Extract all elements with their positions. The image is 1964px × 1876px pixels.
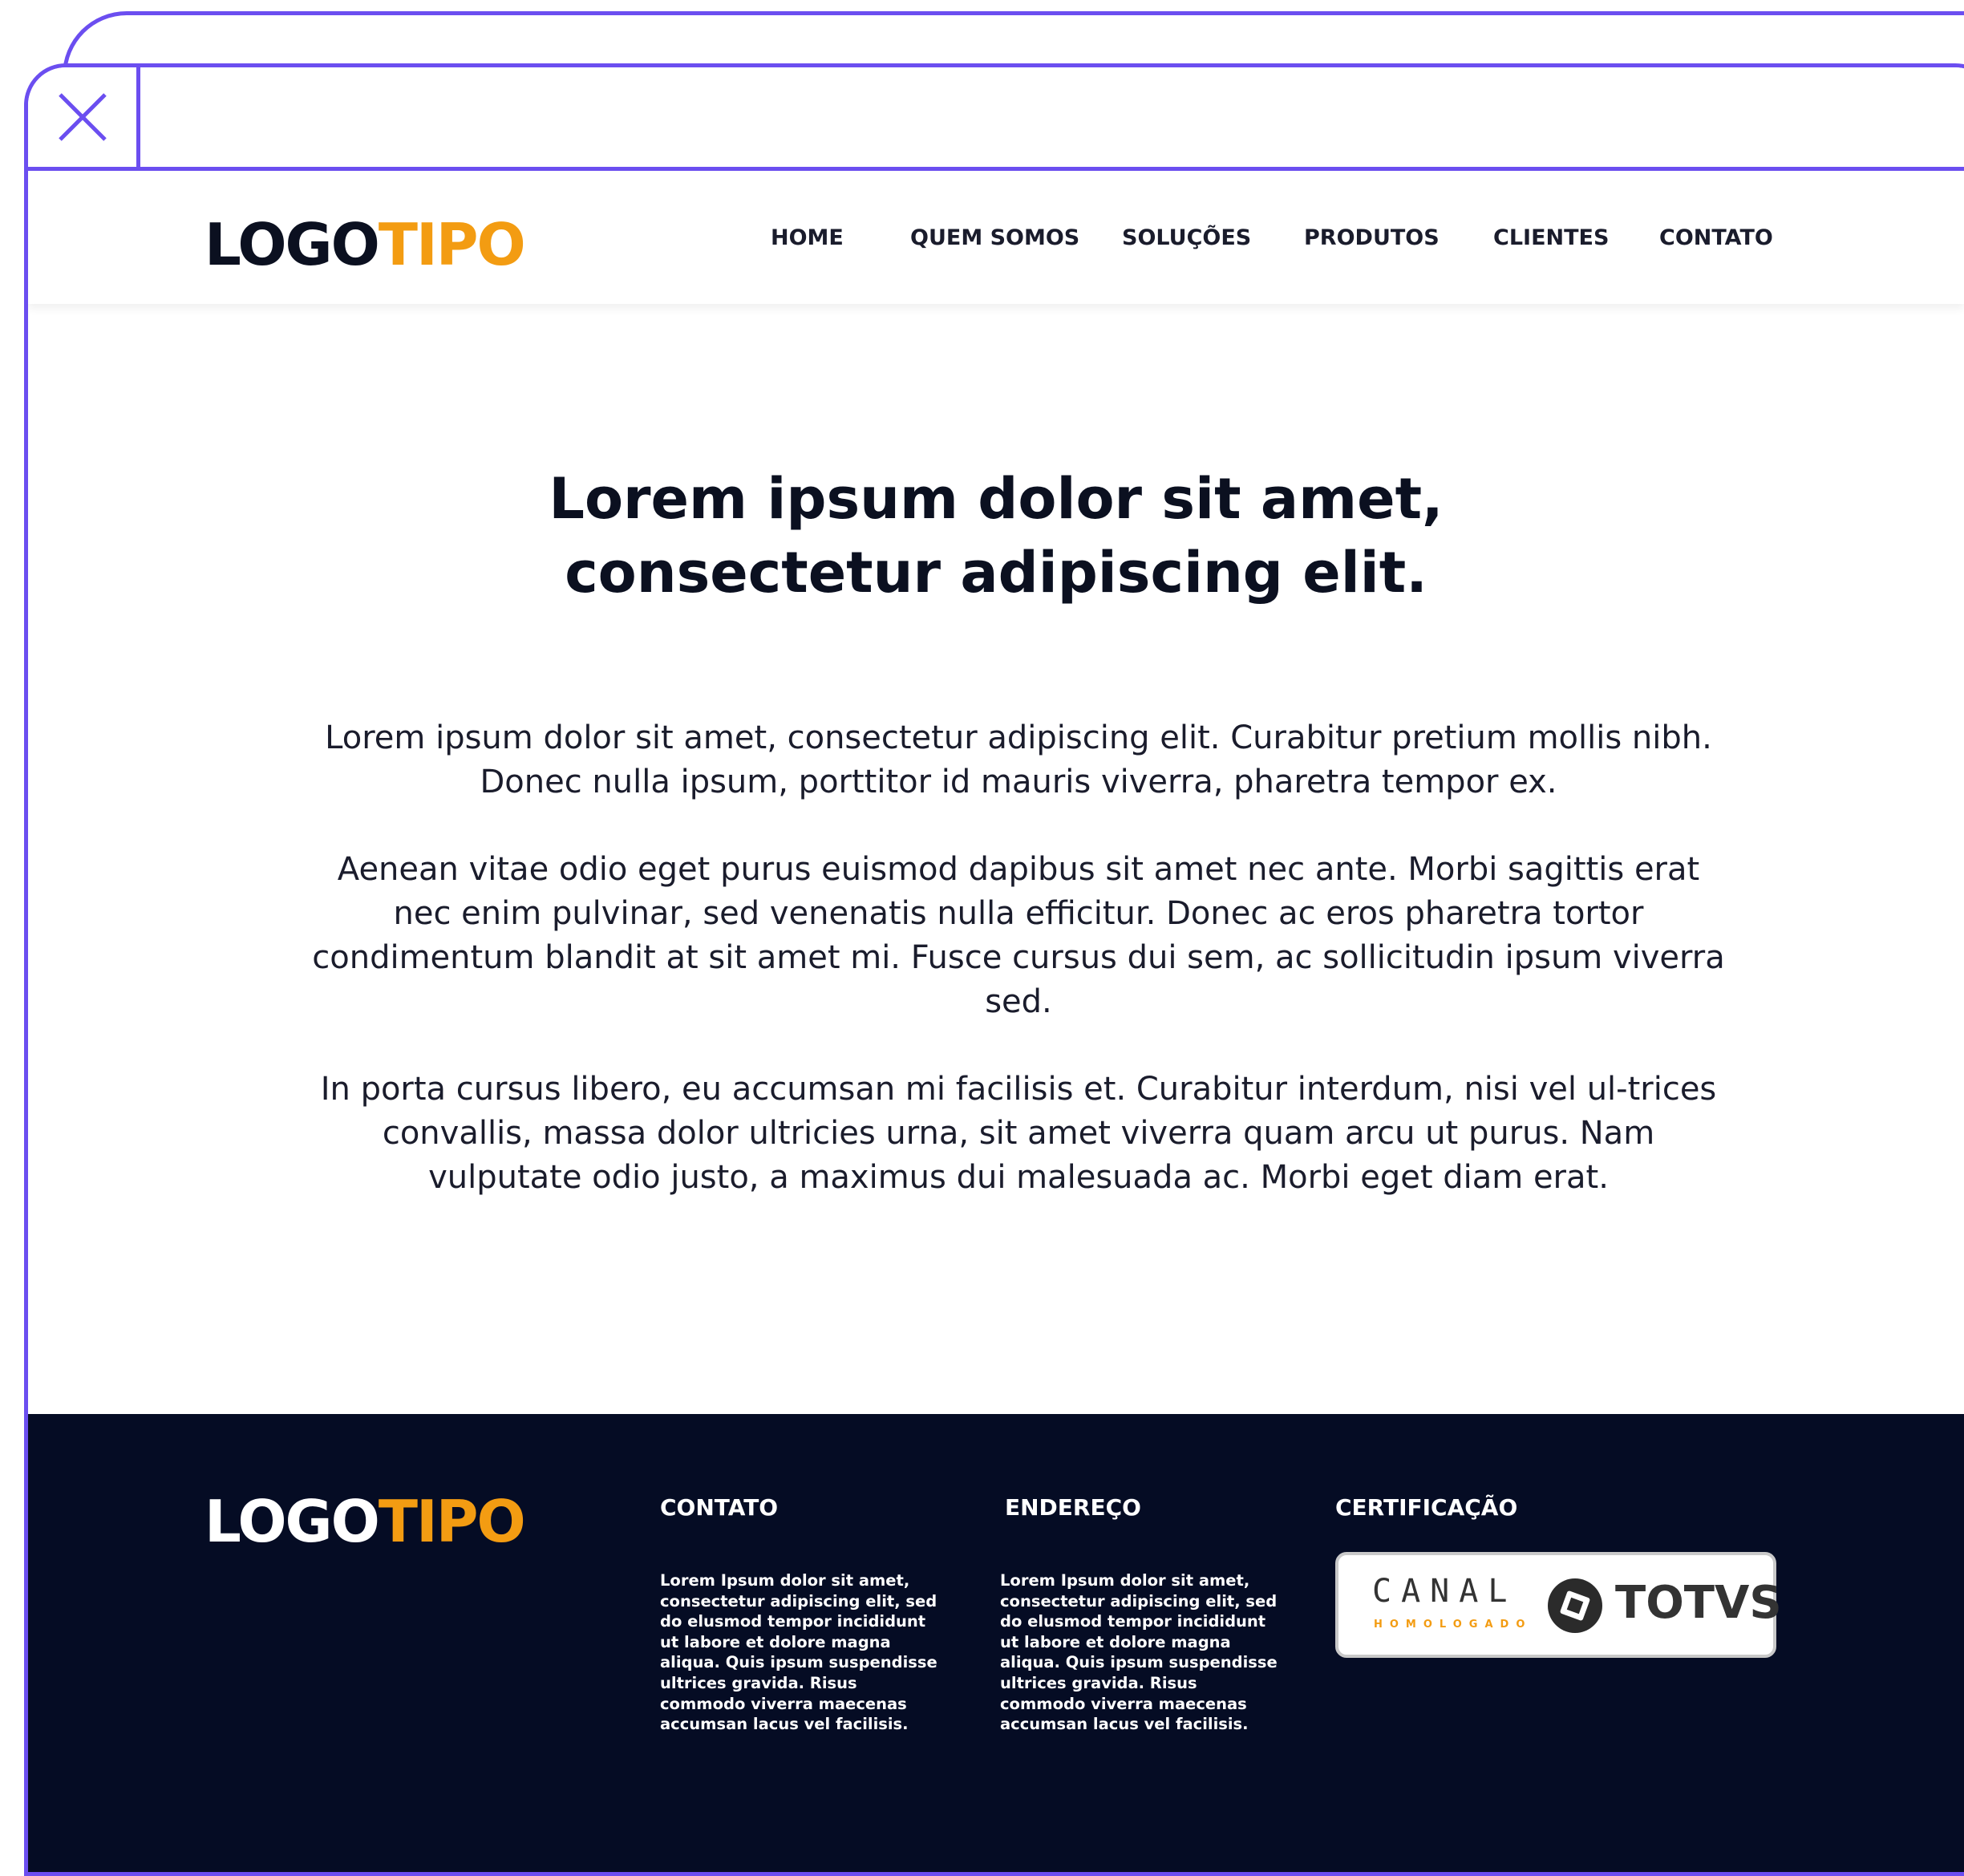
nav-item-contato[interactable]: CONTATO bbox=[1659, 225, 1773, 250]
badge-canal-text: CANAL bbox=[1372, 1573, 1517, 1610]
page-title-line-1: Lorem ipsum dolor sit amet, bbox=[549, 466, 1444, 532]
totvs-logo-icon bbox=[1548, 1578, 1602, 1633]
logo-text-part2: TIPO bbox=[378, 211, 526, 278]
footer-contato-heading: CONTATO bbox=[660, 1494, 779, 1521]
footer-contato-text: Lorem Ipsum dolor sit amet, consectetur … bbox=[660, 1571, 937, 1734]
close-button[interactable] bbox=[28, 67, 140, 167]
canal-homologado-totvs-badge: CANAL HOMOLOGADO TOTVS bbox=[1335, 1552, 1782, 1658]
nav-item-clientes[interactable]: CLIENTES bbox=[1493, 225, 1609, 250]
nav-item-quem-somos[interactable]: QUEM SOMOS bbox=[910, 225, 1079, 250]
site-footer: LOGOTIPO CONTATO Lorem Ipsum dolor sit a… bbox=[28, 1414, 1964, 1872]
footer-endereco-heading: ENDEREÇO bbox=[1005, 1494, 1141, 1521]
page-title: Lorem ipsum dolor sit amet, consectetur … bbox=[28, 462, 1964, 610]
browser-window: LOGOTIPO HOME QUEM SOMOS SOLUÇÕES PRODUT… bbox=[24, 63, 1964, 1876]
nav-item-home[interactable]: HOME bbox=[771, 225, 844, 250]
body-paragraph-2: Aenean vitae odio eget purus euismod dap… bbox=[312, 851, 1725, 1020]
window-title-bar bbox=[28, 67, 1964, 171]
nav-item-produtos[interactable]: PRODUTOS bbox=[1304, 225, 1440, 250]
logo-text-part1: LOGO bbox=[204, 211, 380, 278]
footer-logo-text-part1: LOGO bbox=[204, 1488, 380, 1555]
footer-logo[interactable]: LOGOTIPO bbox=[204, 1493, 526, 1550]
footer-logo-text-part2: TIPO bbox=[378, 1488, 526, 1555]
footer-certificacao-heading: CERTIFICAÇÃO bbox=[1335, 1494, 1518, 1521]
close-icon bbox=[58, 93, 107, 141]
header-logo[interactable]: LOGOTIPO bbox=[204, 216, 526, 273]
body-paragraph-3: In porta cursus libero, eu accumsan mi f… bbox=[320, 1071, 1717, 1196]
footer-endereco-text: Lorem Ipsum dolor sit amet, consectetur … bbox=[1000, 1571, 1278, 1734]
page-title-line-2: consectetur adipiscing elit. bbox=[565, 540, 1427, 606]
website-page: LOGOTIPO HOME QUEM SOMOS SOLUÇÕES PRODUT… bbox=[28, 171, 1964, 1872]
nav-item-solucoes[interactable]: SOLUÇÕES bbox=[1122, 225, 1251, 250]
badge-homologado-text: HOMOLOGADO bbox=[1374, 1619, 1533, 1631]
site-header: LOGOTIPO HOME QUEM SOMOS SOLUÇÕES PRODUT… bbox=[28, 171, 1964, 304]
badge-totvs-text: TOTVS bbox=[1615, 1577, 1782, 1629]
body-paragraph-1: Lorem ipsum dolor sit amet, consectetur … bbox=[325, 719, 1712, 800]
